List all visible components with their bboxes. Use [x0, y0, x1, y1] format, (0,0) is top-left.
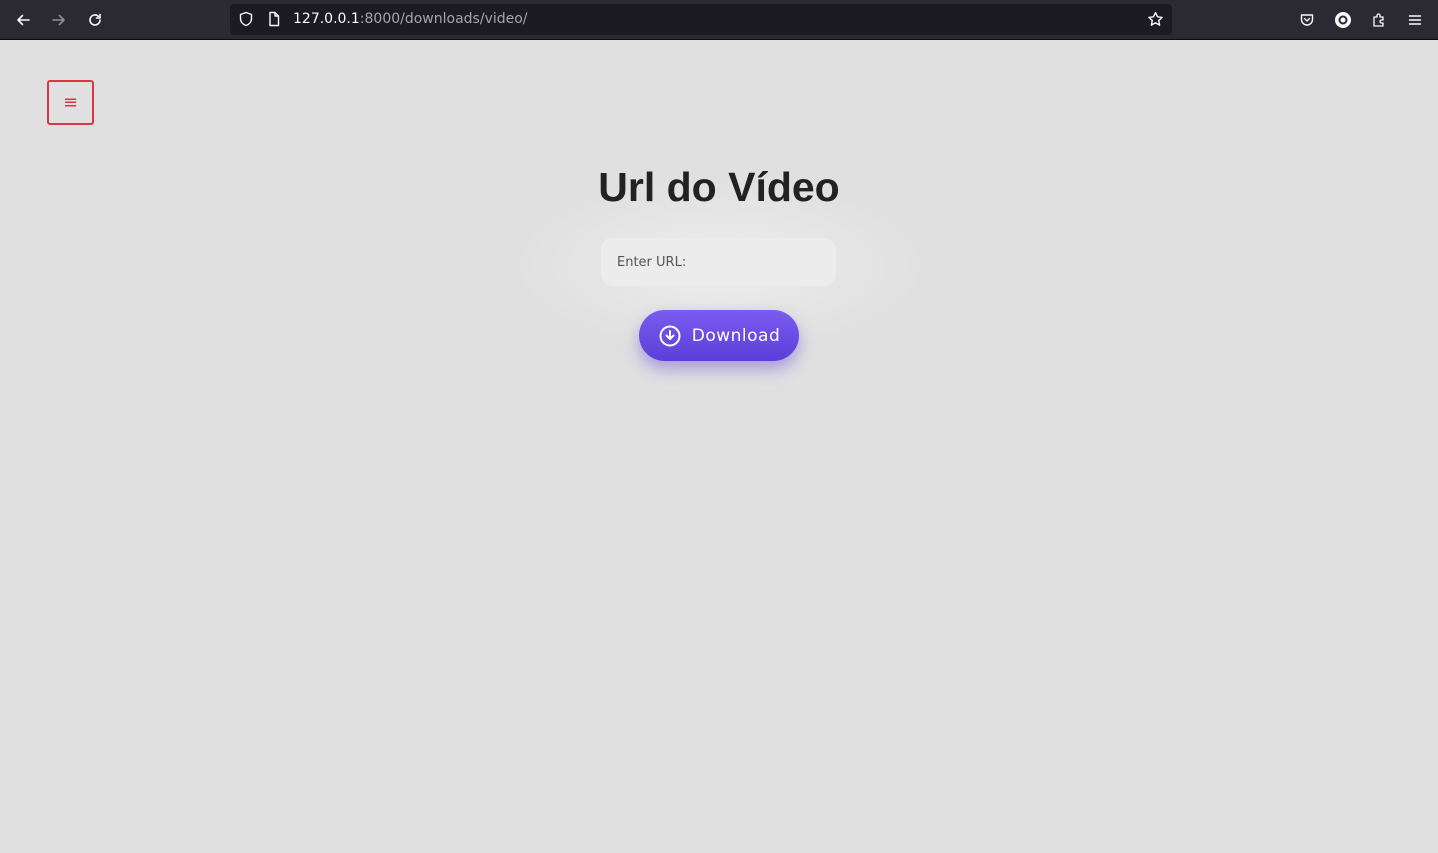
page-content: ≡ Url do Vídeo Download — [0, 40, 1438, 853]
puzzle-icon — [1373, 13, 1384, 27]
menu-icon: ≡ — [62, 92, 79, 113]
address-bar[interactable]: 127.0.0.1:8000/downloads/video/ — [230, 4, 1172, 35]
arrow-right-icon — [52, 14, 65, 26]
browser-toolbar: 127.0.0.1:8000/downloads/video/ — [0, 0, 1438, 40]
url-host: 127.0.0.1 — [293, 11, 360, 27]
url-text: 127.0.0.1:8000/downloads/video/ — [293, 11, 528, 28]
arrow-left-icon — [17, 14, 30, 26]
hamburger-menu-icon — [1408, 15, 1422, 25]
download-button[interactable]: Download — [639, 310, 799, 361]
page-title: Url do Vídeo — [598, 164, 840, 210]
back-button[interactable] — [9, 6, 37, 34]
account-icon — [1335, 12, 1351, 28]
page-icon — [269, 11, 280, 27]
extensions-button[interactable] — [1365, 6, 1393, 34]
app-menu-button[interactable] — [1401, 6, 1429, 34]
shield-icon — [239, 11, 253, 27]
url-input[interactable] — [601, 238, 836, 286]
sidebar-toggle-button[interactable]: ≡ — [47, 80, 94, 125]
pocket-button[interactable] — [1293, 6, 1321, 34]
reload-button[interactable] — [81, 6, 109, 34]
reload-icon — [89, 13, 101, 26]
account-button[interactable] — [1329, 6, 1357, 34]
cloud-download-icon — [658, 324, 682, 348]
download-button-label: Download — [691, 325, 781, 346]
forward-button[interactable] — [45, 6, 73, 34]
pocket-icon — [1300, 14, 1314, 26]
star-icon[interactable] — [1147, 11, 1164, 28]
url-path: :8000/downloads/video/ — [359, 11, 528, 27]
